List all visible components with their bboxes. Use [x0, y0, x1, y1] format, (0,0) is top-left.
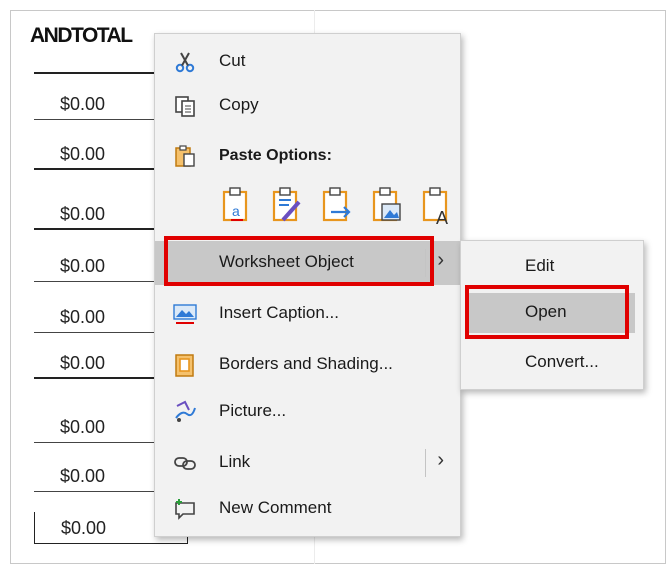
menu-item-cut[interactable]: Cut — [155, 40, 460, 84]
comment-icon — [173, 497, 197, 521]
paste-keep-text-icon[interactable]: a — [221, 186, 253, 226]
svg-text:a: a — [232, 203, 240, 219]
submenu-item-label: Convert... — [525, 352, 599, 371]
copy-icon — [173, 94, 197, 118]
link-icon — [173, 451, 197, 475]
menu-item-label: New Comment — [219, 498, 332, 517]
menu-item-label: Copy — [219, 95, 259, 114]
menu-item-copy[interactable]: Copy — [155, 84, 460, 128]
menu-item-borders-shading[interactable]: Borders and Shading... — [155, 343, 460, 387]
menu-item-label: Picture... — [219, 401, 287, 420]
chevron-right-icon: › — [437, 249, 444, 271]
menu-item-label: Borders and Shading... — [219, 354, 393, 373]
caption-icon — [173, 302, 197, 326]
open-highlight-box — [465, 285, 629, 339]
paste-picture-icon[interactable] — [371, 186, 403, 226]
paste-merge-format-icon[interactable] — [271, 186, 303, 226]
paste-options-label: Paste Options: — [219, 147, 332, 164]
paste-text-only-icon[interactable]: A — [421, 186, 453, 228]
menu-item-link[interactable]: Link › — [155, 441, 460, 485]
svg-text:A: A — [436, 208, 448, 226]
picture-format-icon — [173, 400, 197, 424]
submenu-item-convert[interactable]: Convert... — [469, 343, 635, 383]
scissors-icon — [173, 50, 197, 74]
menu-item-label: Insert Caption... — [219, 303, 340, 322]
menu-item-picture[interactable]: Picture... — [155, 390, 460, 434]
menu-item-label: Cut — [219, 51, 246, 70]
worksheet-object-highlight-box — [164, 236, 434, 286]
grand-total-header: ANDTOTAL — [30, 24, 133, 48]
chevron-right-icon: › — [437, 449, 444, 471]
paste-link-icon[interactable] — [321, 186, 353, 226]
borders-icon — [173, 353, 197, 377]
menu-item-new-comment[interactable]: New Comment — [155, 487, 460, 531]
menu-item-insert-caption[interactable]: Insert Caption... — [155, 292, 460, 336]
submenu-item-label: Edit — [525, 256, 555, 275]
paste-options-row: a A — [221, 186, 461, 230]
submenu-divider — [425, 449, 426, 477]
submenu-item-edit[interactable]: Edit — [469, 247, 635, 287]
menu-item-label: Link — [219, 452, 251, 471]
clipboard-icon — [173, 144, 197, 168]
header-text: ANDTOTAL — [30, 24, 133, 47]
